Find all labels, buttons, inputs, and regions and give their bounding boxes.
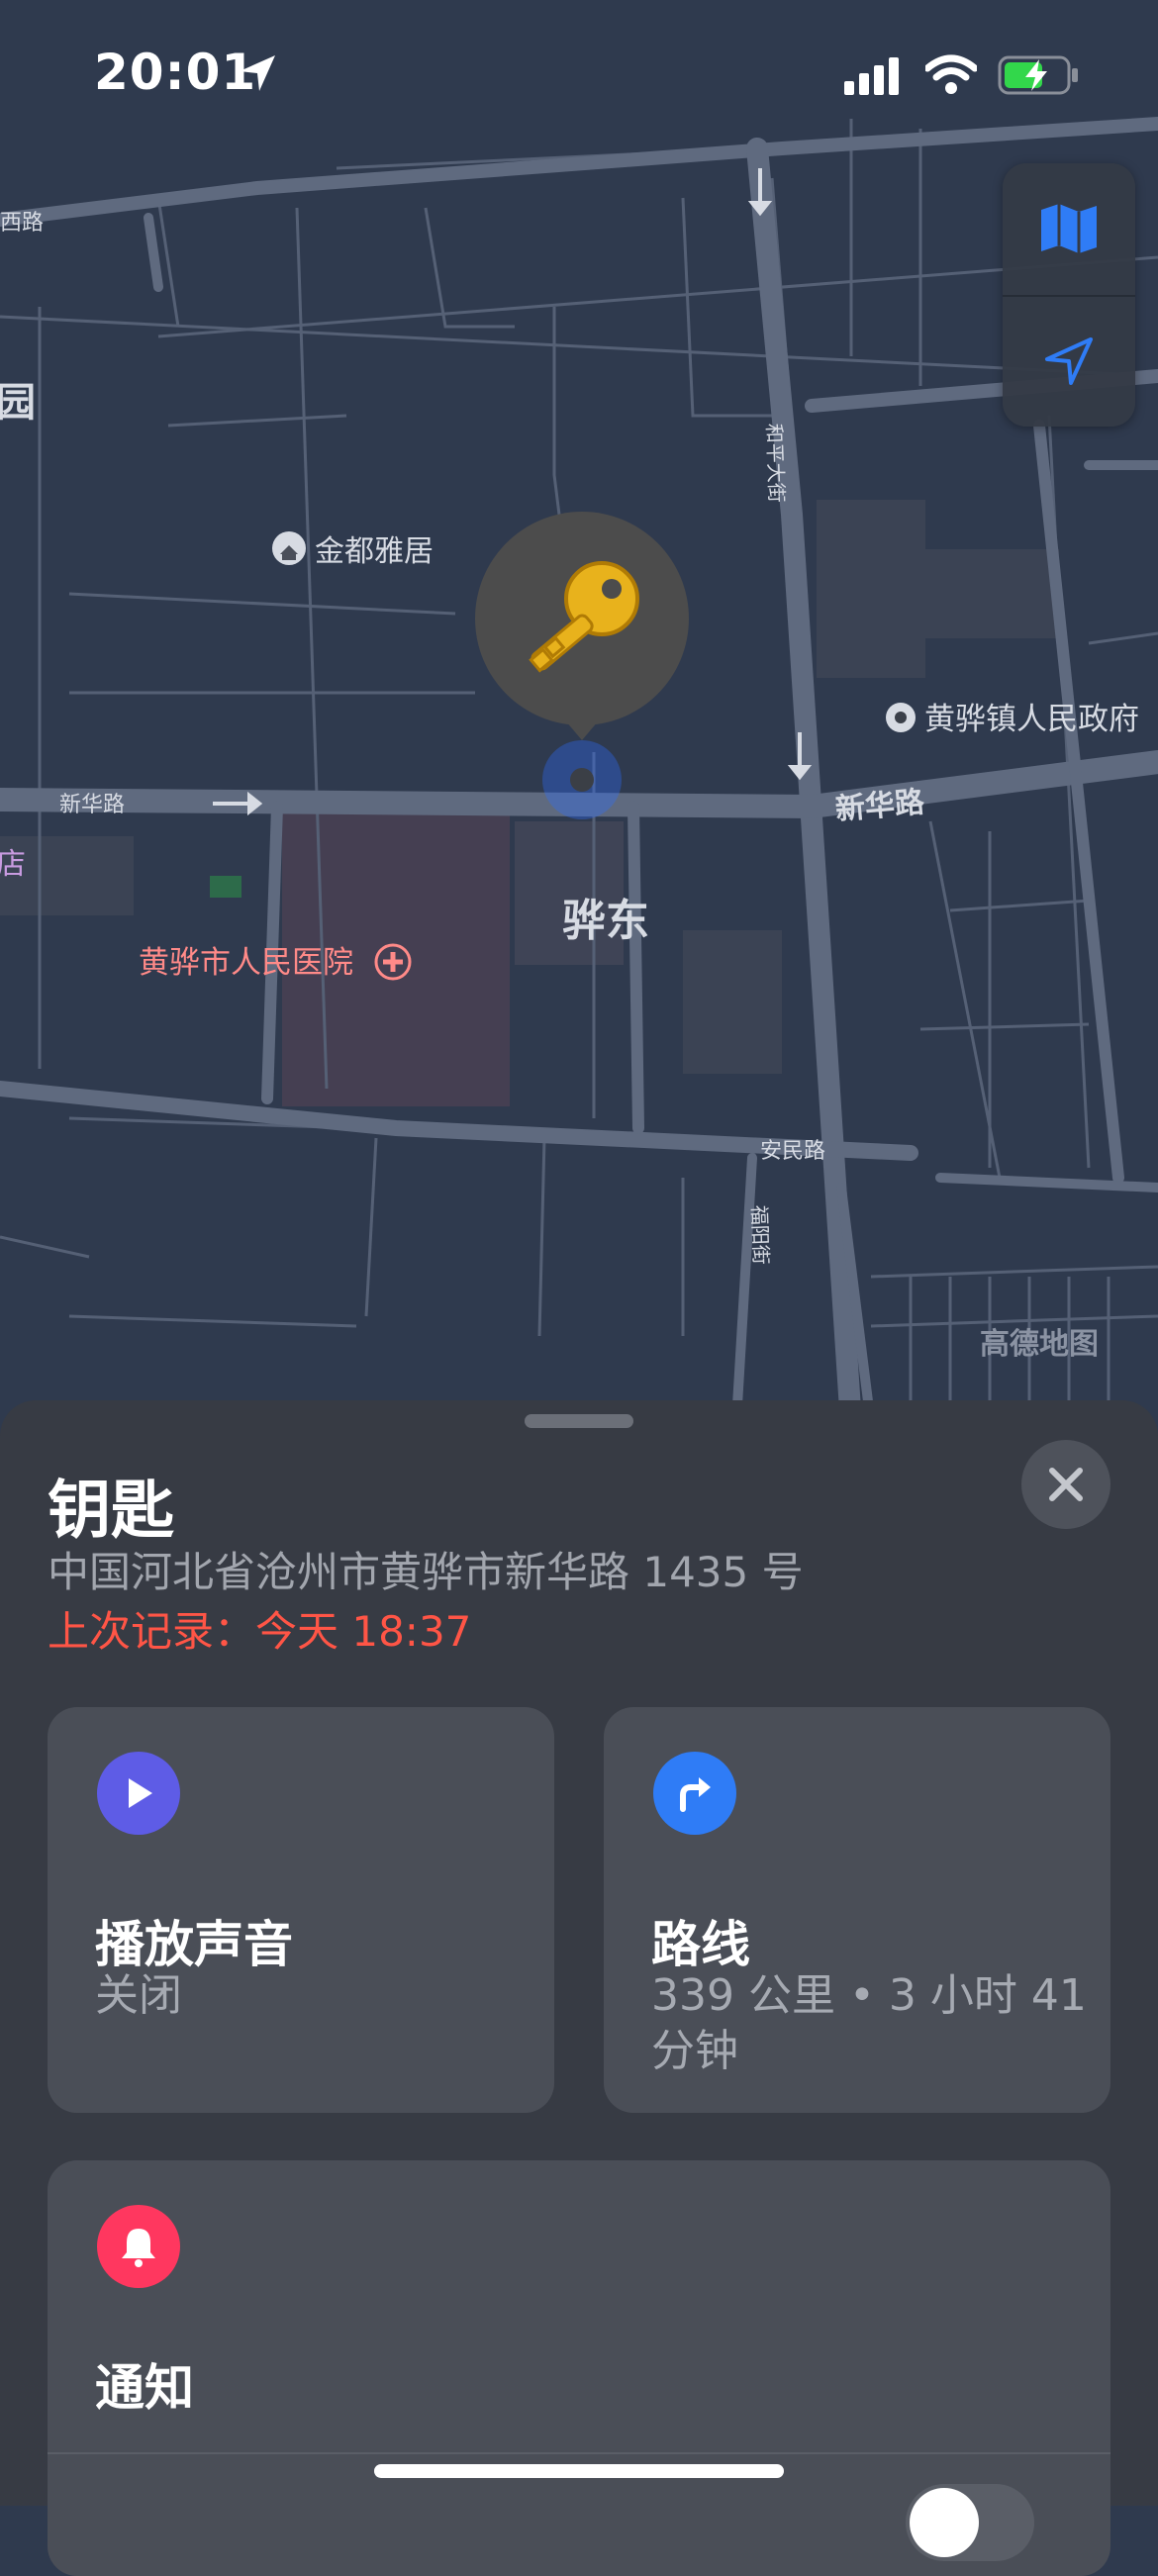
play-sound-icon-bg — [97, 1752, 180, 1835]
battery-charging-icon — [998, 55, 1078, 95]
play-sound-status: 关闭 — [95, 1970, 182, 2021]
play-sound-card[interactable]: 播放声音 关闭 — [48, 1707, 554, 2113]
item-last-seen: 上次记录：今天 18:37 — [48, 1607, 472, 1656]
map-label-shop: 店 — [0, 847, 26, 882]
play-sound-title: 播放声音 — [95, 1916, 293, 1973]
close-icon — [1049, 1468, 1083, 1501]
map-label-heping-street: 和平大街 — [762, 423, 789, 503]
notifications-icon-bg — [97, 2205, 180, 2288]
item-location-pin[interactable] — [475, 512, 689, 725]
map-label-town-gov: 黄骅镇人民政府 — [924, 702, 1139, 737]
map-label-xinhua-road-left: 新华路 — [59, 793, 125, 817]
map-label-anmin-road: 安民路 — [760, 1139, 825, 1164]
directions-distance-time: 339 公里 • 3 小时 41 分钟 — [651, 1970, 1087, 2076]
track-location-button[interactable] — [1003, 296, 1135, 427]
item-detail-sheet: 钥匙 中国河北省沧州市黄骅市新华路 1435 号 上次记录：今天 18:37 播… — [0, 1400, 1158, 2576]
cellular-signal-icon — [844, 57, 899, 95]
notifications-divider — [48, 2452, 1110, 2454]
key-icon — [529, 561, 639, 673]
status-bar: 20:01 — [0, 0, 1158, 148]
toggle-knob — [910, 2488, 979, 2557]
map-label-park: 园 — [0, 380, 36, 426]
map-mode-button[interactable] — [1003, 163, 1135, 294]
notifications-title: 通知 — [95, 2359, 194, 2417]
directions-title: 路线 — [651, 1916, 750, 1973]
map-label-road: 西路 — [0, 211, 44, 236]
home-indicator[interactable] — [374, 2464, 784, 2478]
directions-card[interactable]: 路线 339 公里 • 3 小时 41 分钟 — [604, 1707, 1110, 2113]
map-poi-town-government[interactable]: 黄骅镇人民政府 — [886, 702, 1139, 737]
directions-icon-bg — [653, 1752, 736, 1835]
map-icon — [1041, 204, 1097, 253]
play-icon — [129, 1778, 152, 1808]
status-time: 20:01 — [94, 44, 257, 101]
map-label-hospital: 黄骅市人民医院 — [139, 945, 353, 981]
map-controls — [1003, 163, 1135, 427]
pin-tail — [560, 715, 604, 740]
map-label-fuyang-street: 福阳街 — [747, 1204, 773, 1265]
map-watermark: 高德地图 — [980, 1327, 1099, 1362]
notify-when-found-toggle[interactable] — [906, 2484, 1034, 2561]
item-title: 钥匙 — [48, 1475, 174, 1548]
turn-right-arrow-icon — [680, 1777, 711, 1812]
wifi-icon — [925, 54, 977, 94]
close-button[interactable] — [1021, 1440, 1110, 1529]
map-label-district: 骅东 — [562, 896, 649, 946]
map-label-jindu-yaju: 金都雅居 — [315, 534, 434, 569]
item-address: 中国河北省沧州市黄骅市新华路 1435 号 — [48, 1548, 804, 1596]
bell-icon — [122, 2229, 155, 2267]
sheet-grabber[interactable] — [525, 1414, 633, 1428]
location-dot — [570, 768, 594, 792]
location-services-icon — [240, 55, 275, 91]
location-arrow-icon — [1045, 337, 1093, 385]
